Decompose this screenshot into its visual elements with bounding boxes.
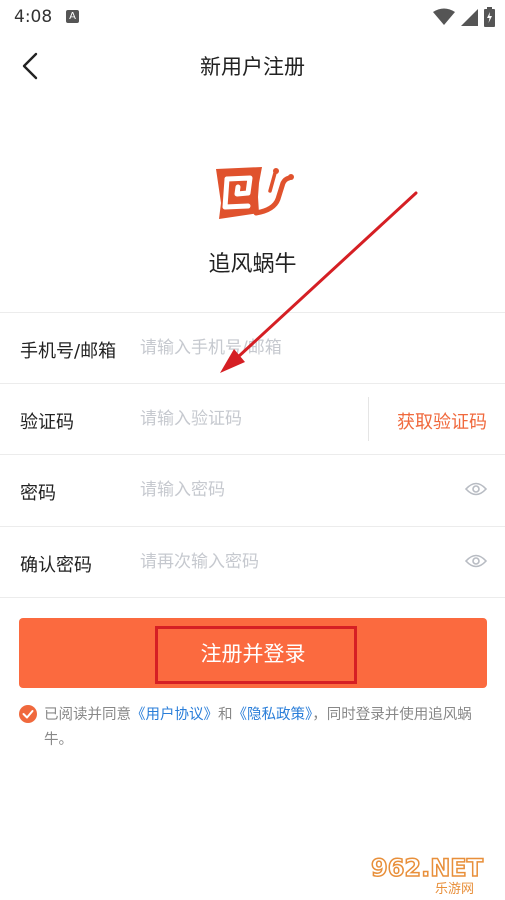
agreement-and: 和 [218,707,233,723]
confirm-password-label: 确认密码 [20,555,92,576]
eye-icon[interactable] [465,481,487,497]
divider [368,397,369,441]
signal-icon [461,8,478,26]
watermark-brand: 962.NET [371,854,484,882]
get-code-button[interactable]: 获取验证码 [397,408,487,434]
phone-label: 手机号/邮箱 [20,341,117,362]
phone-email-input[interactable] [140,331,360,365]
divider [0,597,505,598]
password-label: 密码 [20,483,56,504]
form-row-confirm: 确认密码 [0,526,505,598]
user-agreement-link[interactable]: 《用户协议》 [131,707,218,723]
form-row-phone: 手机号/邮箱 [0,312,505,384]
code-label: 验证码 [20,412,74,433]
form-row-password: 密码 [0,454,505,526]
status-icons [433,6,495,28]
watermark-logo-icon: 962.NET 乐游网 [370,853,484,897]
verification-code-input[interactable] [140,402,350,436]
watermark-sub: 乐游网 [435,882,474,896]
agreement-text: 已阅读并同意《用户协议》和《隐私政策》，同时登录并使用追风蜗牛。 [44,703,494,753]
confirm-password-input[interactable] [140,545,360,579]
battery-icon [484,7,495,27]
snail-logo-icon [216,167,294,219]
page-title: 新用户注册 [200,55,305,79]
form-row-code: 验证码 获取验证码 [0,383,505,455]
status-time: 4:08 [14,7,53,27]
notification-icon: A [66,10,79,23]
check-icon [22,710,34,719]
eye-icon[interactable] [465,553,487,569]
agreement-prefix: 已阅读并同意 [44,707,131,723]
wifi-icon [433,8,455,25]
privacy-policy-link[interactable]: 《隐私政策》 [233,707,313,723]
status-bar: 4:08 A [0,0,505,34]
password-input[interactable] [140,473,360,507]
register-login-button[interactable]: 注册并登录 [19,618,487,688]
header: 新用户注册 [0,34,505,98]
watermark: 962.NET 乐游网 [365,850,500,897]
agreement-checkbox[interactable] [19,705,37,723]
app-name: 追风蜗牛 [208,252,297,277]
